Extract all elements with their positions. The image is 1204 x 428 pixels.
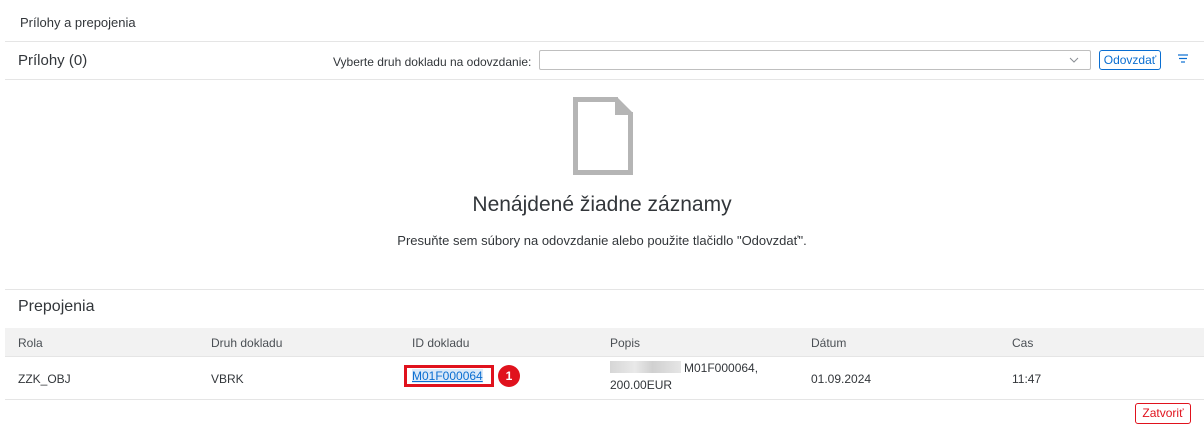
list-settings-icon[interactable] [1176, 52, 1190, 66]
divider [5, 79, 1204, 80]
column-header-time[interactable]: Cas [1012, 336, 1033, 350]
upload-button[interactable]: Odovzdať [1099, 50, 1161, 70]
cell-description-line1: M01F000064, [684, 361, 759, 375]
column-header-description[interactable]: Popis [610, 336, 640, 350]
empty-state-title: Nenájdené žiadne záznamy [472, 193, 732, 216]
step-marker: 1 [498, 365, 520, 387]
doctype-select[interactable] [539, 50, 1091, 70]
doctype-label: Vyberte druh dokladu na odovzdanie: [333, 55, 532, 69]
redacted-text [610, 361, 681, 373]
cell-doc-type: VBRK [211, 372, 244, 386]
column-header-doc-id[interactable]: ID dokladu [412, 336, 469, 350]
empty-state-subtitle: Presuňte sem súbory na odovzdanie alebo … [397, 233, 807, 248]
attachments-toolbar: Prílohy (0) Vyberte druh dokladu na odov… [0, 42, 1204, 79]
cell-date: 01.09.2024 [811, 372, 872, 386]
doc-id-highlight: M01F000064 [404, 365, 494, 387]
chevron-down-icon[interactable] [1068, 54, 1080, 66]
cell-time: 11:47 [1012, 372, 1042, 386]
attachments-title: Prílohy (0) [18, 52, 88, 69]
column-header-role[interactable]: Rola [18, 336, 43, 350]
doc-id-link[interactable]: M01F000064 [412, 369, 483, 383]
column-header-date[interactable]: Dátum [811, 336, 846, 350]
table-row[interactable]: ZZK_OBJ VBRK M01F000064 1 M01F000064, 20… [5, 357, 1204, 400]
links-table-header: Rola Druh dokladu ID dokladu Popis Dátum… [5, 328, 1204, 357]
dialog-title: Prílohy a prepojenia [20, 15, 136, 30]
column-header-doc-type[interactable]: Druh dokladu [211, 336, 282, 350]
links-title: Prepojenia [18, 298, 95, 315]
cell-description-line2: 200.00EUR [610, 378, 673, 392]
cell-role: ZZK_OBJ [18, 372, 71, 386]
document-icon [573, 97, 633, 175]
divider [5, 289, 1204, 290]
close-button[interactable]: Zatvoriť [1135, 403, 1191, 424]
